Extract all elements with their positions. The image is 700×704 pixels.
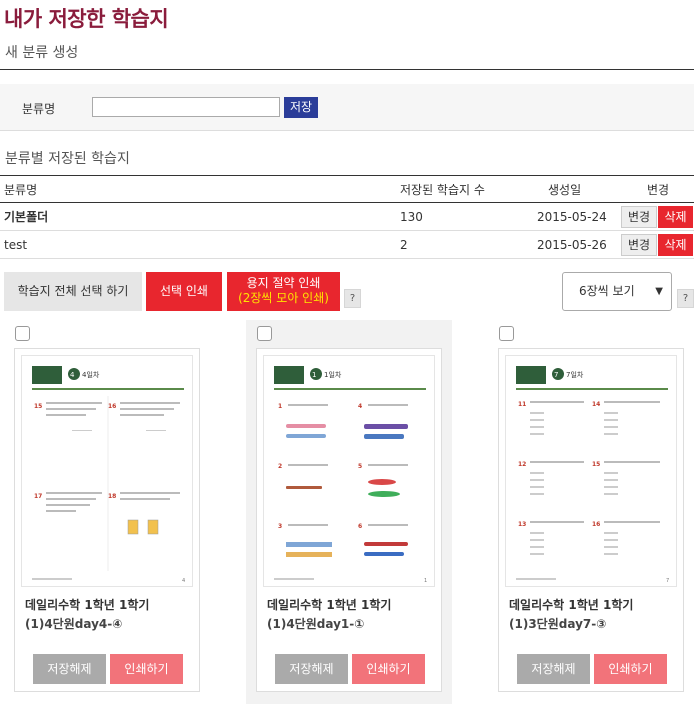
table-row: test 2 2015-05-26 변경 삭제: [0, 231, 694, 259]
select-all-button[interactable]: 학습지 전체 선택 하기: [4, 272, 142, 311]
view-count-select[interactable]: 6장씩 보기 ▼: [562, 272, 672, 311]
worksheet-thumbnail[interactable]: 1 1일차 1 4 2 5 3 6 1: [263, 355, 435, 587]
worksheet-subtitle: (1)4단원day1-①: [267, 617, 365, 631]
paper-saving-print-label: 용지 절약 인쇄: [246, 276, 321, 290]
svg-text:14: 14: [592, 401, 600, 408]
delete-button[interactable]: 삭제: [658, 206, 693, 228]
svg-text:16: 16: [592, 521, 600, 528]
svg-text:1: 1: [278, 403, 282, 410]
edit-button[interactable]: 변경: [621, 234, 657, 256]
thumb-page: 7: [666, 578, 669, 584]
page-title: 내가 저장한 학습지: [4, 7, 169, 31]
worksheet-checkbox[interactable]: [499, 326, 514, 341]
worksheet-card-body: 4 4일차 15 16 17 18 4 데일리수학 1학년 1학기 (1)4단원…: [14, 348, 200, 692]
svg-text:13: 13: [518, 521, 526, 528]
header-name: 분류명: [4, 183, 38, 197]
header-count: 저장된 학습지 수: [400, 183, 485, 197]
row-count: 130: [400, 210, 423, 224]
worksheet-thumbnail[interactable]: 7 7일차 11 14 12 15 13 16 7: [505, 355, 677, 587]
worksheet-subtitle: (1)3단원day7-③: [509, 617, 607, 631]
svg-text:15: 15: [34, 403, 42, 410]
svg-text:11: 11: [518, 401, 526, 408]
thumb-page: 4: [182, 578, 185, 584]
unsave-button[interactable]: 저장해제: [275, 654, 348, 684]
svg-text:5: 5: [358, 463, 362, 470]
header-action: 변경: [647, 183, 670, 197]
thumb-day: 4일차: [82, 370, 100, 379]
divider: [0, 69, 694, 70]
delete-button[interactable]: 삭제: [658, 234, 693, 256]
worksheet-card: 7 7일차 11 14 12 15 13 16 7 데일리수학 1학년 1학기 …: [488, 320, 694, 704]
worksheet-card-body: 1 1일차 1 4 2 5 3 6 1 데일리수학 1학년 1학기 (1)4단원…: [256, 348, 442, 692]
svg-text:7: 7: [554, 371, 558, 379]
unsave-button[interactable]: 저장해제: [517, 654, 590, 684]
new-category-form: 분류명 저장: [0, 84, 694, 131]
worksheet-card: 4 4일차 15 16 17 18 4 데일리수학 1학년 1학기 (1)4단원…: [4, 320, 210, 704]
print-button[interactable]: 인쇄하기: [110, 654, 183, 684]
paper-saving-print-sublabel: (2장씩 모아 인쇄): [238, 291, 329, 305]
unsave-button[interactable]: 저장해제: [33, 654, 106, 684]
svg-text:6: 6: [358, 523, 362, 530]
print-button[interactable]: 인쇄하기: [594, 654, 667, 684]
table-header: 분류명 저장된 학습지 수 생성일 변경: [0, 176, 694, 203]
svg-text:12: 12: [518, 461, 526, 468]
worksheet-title: 데일리수학 1학년 1학기: [267, 598, 392, 612]
svg-text:16: 16: [108, 403, 116, 410]
worksheet-title: 데일리수학 1학년 1학기: [25, 598, 150, 612]
thumb-day: 7일차: [566, 370, 584, 379]
row-date: 2015-05-26: [537, 238, 607, 252]
svg-text:4: 4: [70, 371, 75, 379]
print-selected-button[interactable]: 선택 인쇄: [146, 272, 222, 311]
worksheet-subtitle: (1)4단원day4-④: [25, 617, 123, 631]
svg-text:15: 15: [592, 461, 600, 468]
new-category-title: 새 분류 생성: [5, 45, 79, 61]
row-name: test: [4, 238, 28, 252]
worksheet-checkbox[interactable]: [257, 326, 272, 341]
svg-text:2: 2: [278, 463, 282, 470]
row-date: 2015-05-24: [537, 210, 607, 224]
create-category-button[interactable]: 저장: [284, 97, 318, 118]
row-count: 2: [400, 238, 408, 252]
worksheet-card: 1 1일차 1 4 2 5 3 6 1 데일리수학 1학년 1학기 (1)4단원…: [246, 320, 452, 704]
svg-text:17: 17: [34, 493, 42, 500]
svg-text:18: 18: [108, 493, 116, 500]
category-table: 분류명 저장된 학습지 수 생성일 변경 기본폴더 130 2015-05-24…: [0, 176, 694, 259]
worksheet-thumbnail[interactable]: 4 4일차 15 16 17 18 4: [21, 355, 193, 587]
worksheet-title: 데일리수학 1학년 1학기: [509, 598, 634, 612]
help-icon[interactable]: ?: [344, 289, 361, 308]
thumb-page: 1: [424, 578, 427, 584]
worksheet-checkbox[interactable]: [15, 326, 30, 341]
saved-by-category-title: 분류별 저장된 학습지: [5, 151, 130, 167]
help-icon[interactable]: ?: [677, 289, 694, 308]
category-name-input[interactable]: [92, 97, 280, 117]
view-count-value: 6장씩 보기: [579, 284, 635, 298]
row-name: 기본폴더: [4, 210, 49, 224]
print-button[interactable]: 인쇄하기: [352, 654, 425, 684]
table-row: 기본폴더 130 2015-05-24 변경 삭제: [0, 203, 694, 231]
svg-text:4: 4: [358, 403, 362, 410]
edit-button[interactable]: 변경: [621, 206, 657, 228]
svg-text:3: 3: [278, 523, 282, 530]
paper-saving-print-button[interactable]: 용지 절약 인쇄 (2장씩 모아 인쇄): [227, 272, 340, 311]
chevron-down-icon: ▼: [655, 286, 663, 297]
header-date: 생성일: [548, 183, 582, 197]
thumb-day: 1일차: [324, 370, 342, 379]
svg-text:1: 1: [312, 371, 316, 379]
worksheet-card-body: 7 7일차 11 14 12 15 13 16 7 데일리수학 1학년 1학기 …: [498, 348, 684, 692]
category-name-label: 분류명: [22, 102, 56, 116]
